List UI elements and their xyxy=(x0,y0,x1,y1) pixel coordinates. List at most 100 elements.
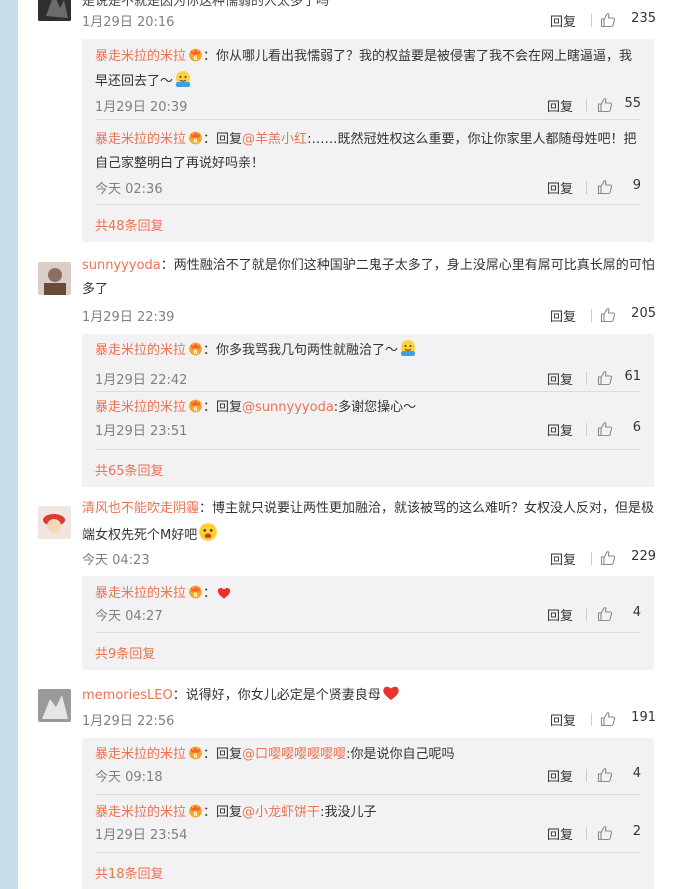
comment-time: 1月29日 22:56 xyxy=(82,714,175,729)
reply-username[interactable]: 暴走米拉的米拉 xyxy=(95,586,186,601)
reply-button[interactable]: 回复 xyxy=(550,710,576,729)
reply-time: 1月29日 23:51 xyxy=(95,424,188,439)
avatar[interactable] xyxy=(38,506,71,539)
like-count[interactable]: 205 xyxy=(624,306,656,321)
mention-link[interactable]: @小龙虾饼干 xyxy=(242,805,320,820)
reply-body: :你是说你自己呢吗 xyxy=(346,747,455,762)
reply-button[interactable]: 回复 xyxy=(547,605,573,624)
reply-username[interactable]: 暴走米拉的米拉 xyxy=(95,132,186,147)
comment-text: 清风也不能吹走阴霾：博主就只说要让两性更加融洽，就该被骂的这么难听？女权没人反对… xyxy=(82,501,655,543)
thumbs-up-icon[interactable] xyxy=(597,97,613,113)
heart-icon xyxy=(216,585,232,601)
like-count[interactable]: 2 xyxy=(617,824,641,839)
reply-divider xyxy=(95,391,641,392)
avatar[interactable] xyxy=(38,0,71,21)
reply-body: :我没儿子 xyxy=(320,805,377,820)
reply-button[interactable]: 回复 xyxy=(547,96,573,115)
reply-time: 今天 02:36 xyxy=(95,182,163,197)
divider xyxy=(591,309,592,322)
divider xyxy=(586,99,587,112)
reply-meta: 1月29日 23:54 回复 2 xyxy=(95,824,641,844)
thumbs-up-icon[interactable] xyxy=(597,421,613,437)
reply-username[interactable]: 暴走米拉的米拉 xyxy=(95,400,186,415)
like-count[interactable]: 4 xyxy=(617,605,641,620)
comment-text: 是说是不就是因为你这种懦弱的人太多了吗 xyxy=(82,0,656,10)
comment-body: 说得好，你女儿必定是个贤妻良母 xyxy=(185,688,381,703)
reply-item: 暴走米拉的米拉 ：回复@小龙虾饼干:我没儿子 1月29日 23:54 回复 2 xyxy=(95,803,641,844)
reply-item: 暴走米拉的米拉 ：你从哪儿看出我懦弱了？我的权益要是被侵害了我不会在网上瞎逼逼，我… xyxy=(95,49,641,115)
reply-item: 暴走米拉的米拉 ：回复@sunnyyyoda:多谢您操心～ 1月29日 23:51… xyxy=(95,400,641,439)
emoji-icon xyxy=(197,521,219,543)
mention-link[interactable]: @sunnyyyoda xyxy=(242,400,334,415)
reply-button[interactable]: 回复 xyxy=(550,306,576,325)
reply-button[interactable]: 回复 xyxy=(547,766,573,785)
comment-meta: 今天 04:23 回复 229 xyxy=(82,549,656,569)
reply-username[interactable]: 暴走米拉的米拉 xyxy=(95,343,186,358)
reply-prefix: 回复 xyxy=(216,805,243,820)
reply-divider xyxy=(95,119,641,120)
thumbs-up-icon[interactable] xyxy=(597,825,613,841)
reply-time: 今天 09:18 xyxy=(95,770,163,785)
reply-button[interactable]: 回复 xyxy=(550,549,576,568)
thumbs-up-icon[interactable] xyxy=(600,12,616,28)
reply-meta: 今天 04:27 回复 4 xyxy=(95,605,641,625)
reply-button[interactable]: 回复 xyxy=(547,178,573,197)
emoji-icon xyxy=(398,338,418,358)
like-count[interactable]: 235 xyxy=(624,11,656,26)
more-replies-link[interactable]: 共9条回复 xyxy=(95,643,155,662)
comment-body: 两性融洽不了就是你们这种国驴二鬼子太多了，身上没屌心里有屌可比真长屌的可怕多了 xyxy=(82,258,655,297)
comment-username[interactable]: 清风也不能吹走阴霾 xyxy=(82,501,199,516)
reply-item: 暴走米拉的米拉 ：回复@口嘤嘤嘤嘤嘤嘤:你是说你自己呢吗 今天 09:18 回复 … xyxy=(95,745,641,786)
like-count[interactable]: 9 xyxy=(617,178,641,193)
reply-meta: 今天 09:18 回复 4 xyxy=(95,766,641,786)
mention-link[interactable]: @羊羔小红 xyxy=(242,132,307,147)
reply-username[interactable]: 暴走米拉的米拉 xyxy=(95,805,186,820)
reply-item: 暴走米拉的米拉： 今天 04:27 回复 4 xyxy=(95,584,641,625)
thumbs-up-icon[interactable] xyxy=(600,550,616,566)
reply-username[interactable]: 暴走米拉的米拉 xyxy=(95,49,186,64)
comment-meta: 1月29日 20:16 回复 235 xyxy=(82,11,656,31)
reply-item: 暴走米拉的米拉 ：回复@羊羔小红:……既然冠姓权这么重要，你让你家里人都随母姓吧！… xyxy=(95,132,641,198)
comment-time: 1月29日 20:16 xyxy=(82,15,175,30)
like-count[interactable]: 6 xyxy=(617,420,641,435)
more-replies-link[interactable]: 共48条回复 xyxy=(95,215,164,234)
like-count[interactable]: 61 xyxy=(617,369,641,384)
heart-icon xyxy=(381,683,401,703)
reply-username[interactable]: 暴走米拉的米拉 xyxy=(95,747,186,762)
reply-prefix: 回复 xyxy=(216,747,243,762)
reply-button[interactable]: 回复 xyxy=(547,824,573,843)
like-count[interactable]: 4 xyxy=(617,766,641,781)
reply-button[interactable]: 回复 xyxy=(547,369,573,388)
comment-text: memoriesLEO：说得好，你女儿必定是个贤妻良母 xyxy=(82,683,656,708)
thumbs-up-icon[interactable] xyxy=(600,307,616,323)
avatar[interactable] xyxy=(38,262,71,295)
vip-badge-icon xyxy=(188,584,203,599)
reply-box: 暴走米拉的米拉 ：你从哪儿看出我懦弱了？我的权益要是被侵害了我不会在网上瞎逼逼，我… xyxy=(82,39,654,242)
avatar[interactable] xyxy=(38,689,71,722)
reply-button[interactable]: 回复 xyxy=(547,420,573,439)
divider xyxy=(591,713,592,726)
divider xyxy=(586,608,587,621)
divider xyxy=(591,552,592,565)
thumbs-up-icon[interactable] xyxy=(597,767,613,783)
vip-badge-icon xyxy=(188,803,203,818)
thumbs-up-icon[interactable] xyxy=(597,606,613,622)
comment-body: 是说是不就是因为你这种懦弱的人太多了吗 xyxy=(82,0,330,9)
more-replies-link[interactable]: 共65条回复 xyxy=(95,460,164,479)
thumbs-up-icon[interactable] xyxy=(597,179,613,195)
vip-badge-icon xyxy=(188,745,203,760)
comment-username[interactable]: memoriesLEO xyxy=(82,688,173,703)
like-count[interactable]: 55 xyxy=(617,96,641,111)
mention-link[interactable]: @口嘤嘤嘤嘤嘤嘤 xyxy=(242,747,346,762)
like-count[interactable]: 191 xyxy=(624,710,656,725)
like-count[interactable]: 229 xyxy=(624,549,656,564)
reply-button[interactable]: 回复 xyxy=(550,11,576,30)
reply-meta: 今天 02:36 回复 9 xyxy=(95,178,641,198)
comment-text: sunnyyyoda：两性融洽不了就是你们这种国驴二鬼子太多了，身上没屌心里有屌… xyxy=(82,258,655,297)
thumbs-up-icon[interactable] xyxy=(597,370,613,386)
thumbs-up-icon[interactable] xyxy=(600,711,616,727)
reply-box: 暴走米拉的米拉 ：你多我骂我几句两性就融洽了～ 1月29日 22:42 回复 61… xyxy=(82,334,654,487)
reply-prefix: 回复 xyxy=(216,132,243,147)
more-replies-link[interactable]: 共18条回复 xyxy=(95,863,164,882)
comment-username[interactable]: sunnyyyoda xyxy=(82,258,161,273)
